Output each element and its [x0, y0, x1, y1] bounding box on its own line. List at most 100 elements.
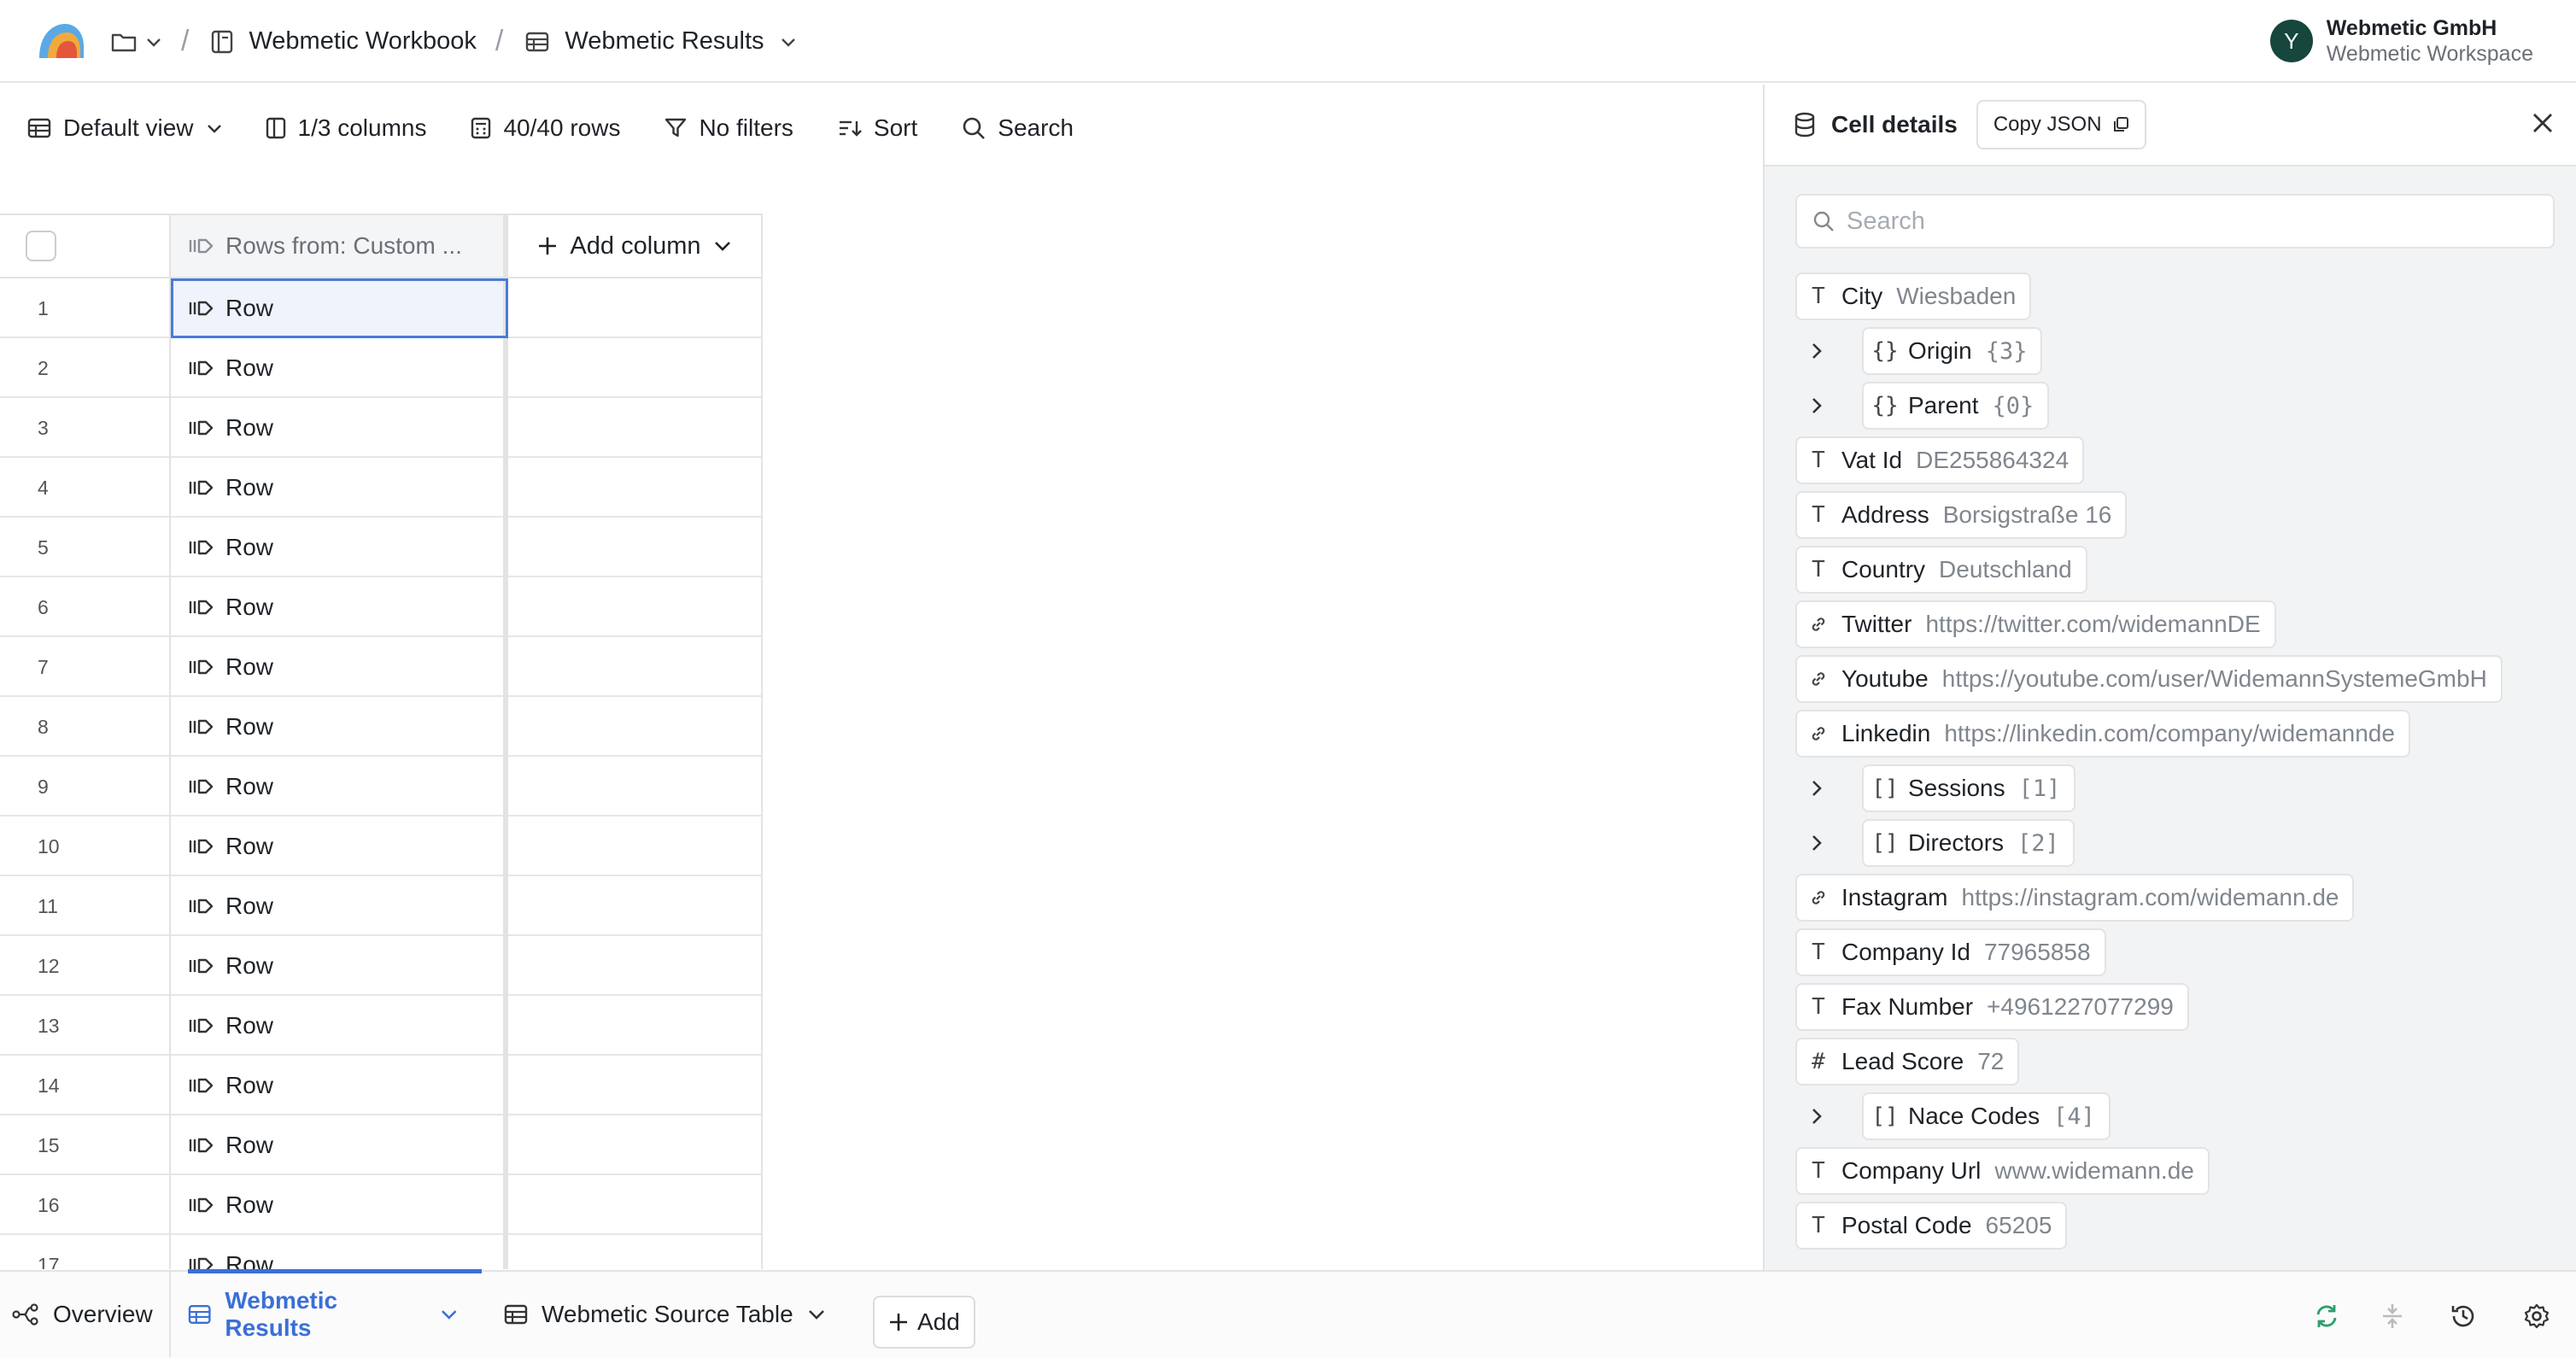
row-cell[interactable]: Row	[171, 996, 508, 1056]
table-row[interactable]: 17 Row	[0, 1235, 763, 1269]
rows-button[interactable]: 40/40 rows	[471, 114, 620, 142]
field-pill[interactable]: Instagram https://instagram.com/widemann.…	[1795, 874, 2355, 922]
row-cell[interactable]: Row	[171, 518, 508, 577]
breadcrumb-workbook[interactable]: Webmetic Workbook	[211, 27, 477, 56]
columns-button[interactable]: 1/3 columns	[266, 114, 426, 142]
table-row[interactable]: 4 Row	[0, 458, 763, 518]
row-cell[interactable]: Row	[171, 817, 508, 876]
row-cell[interactable]: Row	[171, 697, 508, 757]
row-cell[interactable]: Row	[171, 1115, 508, 1175]
tab-webmetic-source-table[interactable]: Webmetic Source Table	[504, 1272, 826, 1357]
empty-cell[interactable]	[508, 1115, 763, 1175]
row-cell[interactable]: Row	[171, 398, 508, 458]
table-row[interactable]: 16 Row	[0, 1175, 763, 1235]
expand-chevron-icon[interactable]	[1804, 826, 1830, 860]
sort-button[interactable]: Sort	[838, 114, 917, 142]
field-pill[interactable]: T Country Deutschland	[1795, 546, 2087, 594]
table-row[interactable]: 14 Row	[0, 1056, 763, 1115]
refresh-icon[interactable]	[2313, 1302, 2340, 1330]
expand-chevron-icon[interactable]	[1804, 389, 1830, 423]
table-row[interactable]: 10 Row	[0, 817, 763, 876]
field-pill[interactable]: {} Parent {0}	[1862, 382, 2050, 430]
folder-menu[interactable]	[111, 32, 162, 52]
field-pill[interactable]: T Vat Id DE255864324	[1795, 436, 2085, 484]
field-pill[interactable]: T Postal Code 65205	[1795, 1202, 2068, 1250]
expand-chevron-icon[interactable]	[1804, 334, 1830, 368]
field-pill[interactable]: T Fax Number +4961227077299	[1795, 983, 2189, 1031]
panel-search-input[interactable]	[1847, 207, 2530, 236]
table-row[interactable]: 2 Row	[0, 338, 763, 398]
panel-search-field[interactable]	[1795, 194, 2555, 249]
row-cell[interactable]: Row	[171, 1235, 508, 1269]
history-icon[interactable]	[2450, 1302, 2477, 1330]
empty-cell[interactable]	[508, 876, 763, 936]
overview-tab[interactable]: Overview	[12, 1272, 171, 1357]
field-pill[interactable]: [] Nace Codes [4]	[1862, 1092, 2111, 1140]
field-pill[interactable]: Youtube https://youtube.com/user/Widemann…	[1795, 655, 2503, 703]
row-cell[interactable]: Row	[171, 338, 508, 398]
close-icon[interactable]	[2530, 110, 2556, 136]
empty-cell[interactable]	[508, 1056, 763, 1115]
select-all-checkbox[interactable]	[26, 231, 56, 261]
view-selector[interactable]: Default view	[27, 114, 223, 142]
table-row[interactable]: 11 Row	[0, 876, 763, 936]
table-row[interactable]: 5 Row	[0, 518, 763, 577]
empty-cell[interactable]	[508, 338, 763, 398]
row-cell[interactable]: Row	[171, 577, 508, 637]
field-pill[interactable]: T Company Url www.widemann.de	[1795, 1147, 2210, 1195]
table-row[interactable]: 7 Row	[0, 637, 763, 697]
filter-button[interactable]: No filters	[664, 114, 793, 142]
row-cell[interactable]: Row	[171, 876, 508, 936]
settings-gear-icon[interactable]	[2523, 1302, 2550, 1330]
table-row[interactable]: 6 Row	[0, 577, 763, 637]
empty-cell[interactable]	[508, 458, 763, 518]
add-tab-button[interactable]: Add	[873, 1296, 975, 1349]
field-pill[interactable]: T Address Borsigstraße 16	[1795, 491, 2128, 539]
field-pill[interactable]: [] Directors [2]	[1862, 819, 2075, 867]
collapse-icon[interactable]	[2380, 1302, 2405, 1330]
empty-cell[interactable]	[508, 637, 763, 697]
field-pill[interactable]: Twitter https://twitter.com/widemannDE	[1795, 600, 2276, 648]
row-cell[interactable]: Row	[171, 1175, 508, 1235]
empty-cell[interactable]	[508, 398, 763, 458]
row-cell[interactable]: Row	[171, 936, 508, 996]
empty-cell[interactable]	[508, 936, 763, 996]
row-cell[interactable]: Row	[171, 278, 508, 338]
row-cell[interactable]: Row	[171, 757, 508, 817]
table-row[interactable]: 9 Row	[0, 757, 763, 817]
field-pill[interactable]: Linkedin https://linkedin.com/company/wid…	[1795, 710, 2410, 758]
row-cell[interactable]: Row	[171, 1056, 508, 1115]
empty-cell[interactable]	[508, 518, 763, 577]
row-cell[interactable]: Row	[171, 458, 508, 518]
add-column-button[interactable]: Add column	[508, 214, 763, 278]
field-pill[interactable]: T City Wiesbaden	[1795, 272, 2032, 320]
expand-chevron-icon[interactable]	[1804, 771, 1830, 805]
table-row[interactable]: 3 Row	[0, 398, 763, 458]
empty-cell[interactable]	[508, 1235, 763, 1269]
empty-cell[interactable]	[508, 1175, 763, 1235]
app-logo[interactable]	[36, 20, 85, 60]
tab-webmetic-results[interactable]: Webmetic Results	[188, 1269, 482, 1357]
table-row[interactable]: 12 Row	[0, 936, 763, 996]
column-header-rows[interactable]: Rows from: Custom ...	[171, 214, 508, 278]
field-pill[interactable]: {} Origin {3}	[1862, 327, 2043, 375]
expand-chevron-icon[interactable]	[1804, 1099, 1830, 1133]
field-pill[interactable]: [] Sessions [1]	[1862, 764, 2076, 812]
table-row[interactable]: 1 Row	[0, 278, 763, 338]
field-pill[interactable]: T Company Id 77965858	[1795, 928, 2106, 976]
table-row[interactable]: 15 Row	[0, 1115, 763, 1175]
row-cell[interactable]: Row	[171, 637, 508, 697]
table-row[interactable]: 13 Row	[0, 996, 763, 1056]
empty-cell[interactable]	[508, 757, 763, 817]
empty-cell[interactable]	[508, 697, 763, 757]
account-switcher[interactable]: Y Webmetic GmbH Webmetic Workspace	[2269, 15, 2533, 67]
empty-cell[interactable]	[508, 996, 763, 1056]
copy-json-button[interactable]: Copy JSON	[1976, 100, 2146, 149]
empty-cell[interactable]	[508, 817, 763, 876]
empty-cell[interactable]	[508, 577, 763, 637]
breadcrumb-results[interactable]: Webmetic Results	[525, 27, 796, 56]
table-row[interactable]: 8 Row	[0, 697, 763, 757]
search-button[interactable]: Search	[962, 114, 1074, 142]
empty-cell[interactable]	[508, 278, 763, 338]
field-pill[interactable]: # Lead Score 72	[1795, 1038, 2020, 1086]
